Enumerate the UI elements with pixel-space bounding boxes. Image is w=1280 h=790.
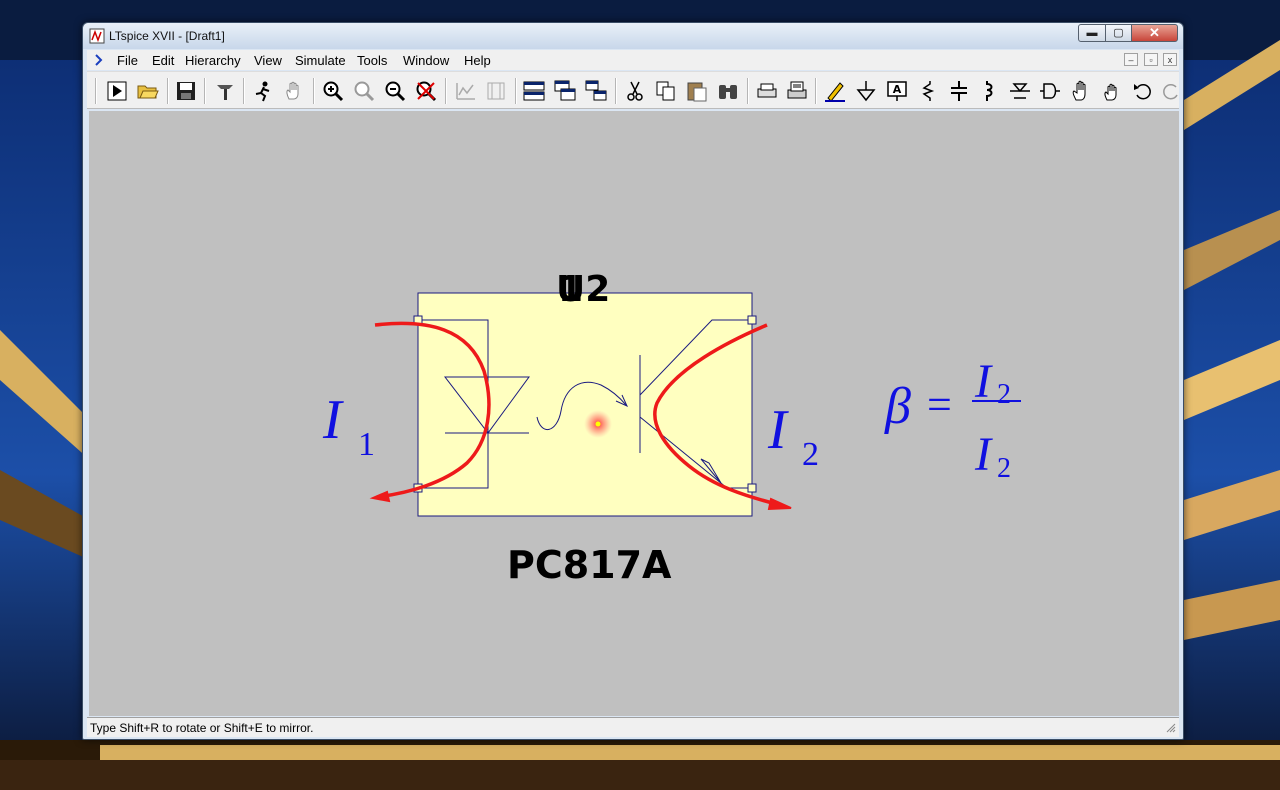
halt-icon[interactable]: [251, 79, 275, 103]
cut-icon[interactable]: [623, 79, 647, 103]
open-icon[interactable]: [136, 79, 160, 103]
status-text: Type Shift+R to rotate or Shift+E to mir…: [90, 721, 314, 735]
print-setup-icon[interactable]: [755, 79, 779, 103]
print-icon[interactable]: [785, 79, 809, 103]
schematic-drawing: [369, 292, 1021, 517]
title-bar[interactable]: LTspice XVII - [Draft1] ▬ ▢ ✕: [83, 23, 1183, 49]
cursor-point: [595, 421, 601, 427]
main-window: LTspice XVII - [Draft1] ▬ ▢ ✕ File Edit …: [82, 22, 1184, 740]
current-i1-subscript: 1: [358, 426, 375, 463]
zoom-in-icon[interactable]: [321, 79, 345, 103]
label-net-icon[interactable]: A: [885, 79, 909, 103]
current-i1-symbol: I: [323, 389, 342, 451]
control-panel-icon[interactable]: [213, 79, 237, 103]
toolbar-separator: [747, 78, 749, 104]
pin-collector[interactable]: [747, 315, 757, 325]
zoom-out-icon[interactable]: [383, 79, 407, 103]
toolbar: A: [87, 71, 1179, 109]
formula-numerator-subscript: 2: [997, 379, 1011, 410]
menu-file[interactable]: File: [117, 53, 138, 68]
status-bar: Type Shift+R to rotate or Shift+E to mir…: [87, 717, 1179, 737]
current-arrow-i1: [369, 490, 391, 503]
toolbar-separator: [167, 78, 169, 104]
toolbar-separator: [204, 78, 206, 104]
formula-denominator-subscript: 2: [997, 453, 1011, 484]
toolbar-separator: [243, 78, 245, 104]
resistor-icon[interactable]: [916, 79, 940, 103]
tile-icon[interactable]: [484, 79, 508, 103]
current-i2-symbol: I: [768, 399, 787, 461]
svg-text:A: A: [893, 83, 902, 96]
pin-emitter[interactable]: [747, 483, 757, 493]
optocoupler-body[interactable]: [417, 292, 753, 517]
draw-wire-icon[interactable]: [823, 79, 847, 103]
menu-simulate[interactable]: Simulate: [295, 53, 346, 68]
pan-icon[interactable]: [282, 79, 306, 103]
menu-help[interactable]: Help: [464, 53, 491, 68]
autorange-icon[interactable]: [454, 79, 478, 103]
cascade-icon[interactable]: [553, 79, 577, 103]
find-icon[interactable]: [716, 79, 740, 103]
close-button[interactable]: ✕: [1131, 24, 1178, 42]
part-name[interactable]: PC817A: [507, 543, 671, 587]
copy-icon[interactable]: [654, 79, 678, 103]
toolbar-separator: [515, 78, 517, 104]
capacitor-icon[interactable]: [947, 79, 971, 103]
current-arrow-i2: [767, 497, 792, 511]
menu-tools[interactable]: Tools: [357, 53, 387, 68]
resize-grip-icon[interactable]: [1166, 723, 1176, 733]
component-icon[interactable]: [1038, 79, 1062, 103]
window-horizontal-icon[interactable]: [522, 79, 546, 103]
window-arrange-icon[interactable]: [584, 79, 608, 103]
menu-edit[interactable]: Edit: [152, 53, 174, 68]
mdi-restore-button[interactable]: ▫: [1144, 53, 1158, 66]
toolbar-separator: [95, 78, 97, 104]
formula-equals: =: [927, 380, 952, 429]
menu-window[interactable]: Window: [403, 53, 449, 68]
zoom-full-icon[interactable]: [352, 79, 376, 103]
run-icon[interactable]: [105, 79, 129, 103]
toolbar-separator: [615, 78, 617, 104]
zoom-cancel-icon[interactable]: [414, 79, 438, 103]
inductor-icon[interactable]: [977, 79, 1001, 103]
diode-icon[interactable]: [1008, 79, 1032, 103]
paste-icon[interactable]: [685, 79, 709, 103]
formula-denominator: I: [975, 428, 991, 481]
minimize-button[interactable]: ▬: [1078, 24, 1106, 42]
redo-icon[interactable]: [1159, 79, 1179, 103]
toolbar-separator: [313, 78, 315, 104]
current-i2-subscript: 2: [802, 436, 819, 473]
toolbar-separator: [445, 78, 447, 104]
maximize-button[interactable]: ▢: [1105, 24, 1132, 42]
move-icon[interactable]: [1069, 79, 1093, 103]
formula-numerator: I: [975, 355, 991, 408]
menu-hierarchy[interactable]: Hierarchy: [185, 53, 241, 68]
formula-beta: β: [885, 378, 911, 435]
ref-designator[interactable]: U2: [556, 269, 610, 310]
mdi-minimize-button[interactable]: –: [1124, 53, 1138, 66]
menu-bar: File Edit Hierarchy View Simulate Tools …: [87, 50, 1179, 70]
menu-view[interactable]: View: [254, 53, 282, 68]
save-icon[interactable]: [174, 79, 198, 103]
toolbar-separator: [815, 78, 817, 104]
ltspice-app-icon[interactable]: [89, 28, 105, 44]
drag-icon[interactable]: [1100, 79, 1124, 103]
schematic-canvas[interactable]: 1 U2 PC817A I 1 I 2 β = I 2 I 2: [89, 111, 1179, 716]
schematic-doc-icon[interactable]: [93, 53, 107, 67]
mdi-close-button[interactable]: x: [1163, 53, 1177, 66]
undo-icon[interactable]: [1131, 79, 1155, 103]
window-title: LTspice XVII - [Draft1]: [109, 29, 225, 43]
ground-icon[interactable]: [854, 79, 878, 103]
